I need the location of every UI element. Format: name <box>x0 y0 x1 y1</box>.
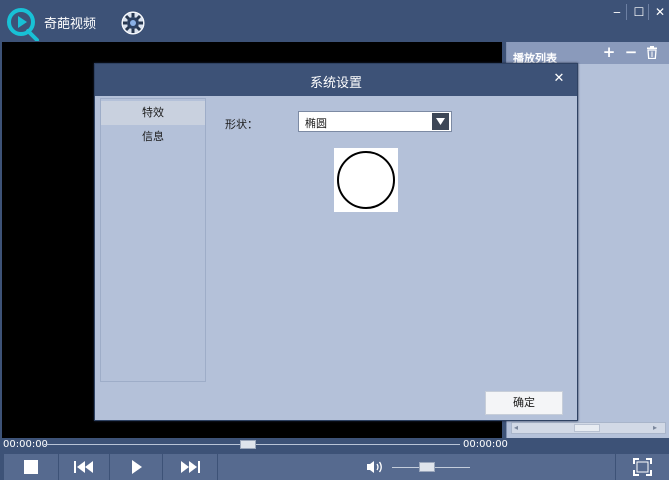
fullscreen-button[interactable] <box>616 454 669 480</box>
app-logo-icon <box>6 7 40 41</box>
play-icon <box>132 460 142 474</box>
settings-nav: 特效 信息 <box>100 98 206 382</box>
stop-icon <box>24 460 38 474</box>
scroll-left-arrow-icon[interactable]: ◂ <box>514 423 524 433</box>
current-time: 00:00:00 <box>3 439 48 450</box>
dialog-title-bar: 系统设置 ✕ <box>95 64 577 96</box>
previous-button[interactable] <box>59 454 109 480</box>
scroll-right-arrow-icon[interactable]: ▸ <box>653 423 663 433</box>
circle-icon <box>337 151 395 209</box>
settings-dialog: 系统设置 ✕ 特效 信息 形状： 椭圆 确定 <box>94 63 578 421</box>
progress-handle[interactable] <box>239 440 256 449</box>
shape-label: 形状： <box>225 118 258 131</box>
maximize-button[interactable]: ☐ <box>630 4 648 20</box>
chevron-down-icon[interactable] <box>432 113 449 130</box>
playlist-add-button[interactable]: + <box>601 44 617 60</box>
close-window-button[interactable]: ✕ <box>651 4 669 20</box>
scrollbar-thumb[interactable] <box>574 424 600 432</box>
playlist-horizontal-scrollbar[interactable]: ◂ ▸ <box>511 422 666 434</box>
dialog-close-button[interactable]: ✕ <box>551 71 567 87</box>
fullscreen-icon <box>633 458 652 476</box>
volume-area <box>218 454 615 480</box>
playback-controls <box>0 452 669 480</box>
app-title: 奇葩视频 <box>44 17 97 32</box>
shape-select[interactable]: 椭圆 <box>298 111 452 132</box>
volume-icon[interactable] <box>366 460 384 474</box>
progress-row: 00:00:00 00:00:00 <box>0 438 669 452</box>
ok-button[interactable]: 确定 <box>485 391 563 415</box>
playlist-header: 播放列表 + − <box>507 42 669 65</box>
nav-item-effects[interactable]: 特效 <box>101 101 205 125</box>
total-time: 00:00:00 <box>463 439 508 450</box>
skip-forward-icon <box>181 461 200 473</box>
next-button[interactable] <box>163 454 217 480</box>
title-bar: 奇葩视频 ‒ ☐ ✕ <box>0 0 669 42</box>
window-control-divider <box>626 4 627 20</box>
nav-item-info[interactable]: 信息 <box>101 125 205 149</box>
window-control-divider <box>648 4 649 20</box>
settings-gear-icon[interactable] <box>120 10 146 36</box>
stop-button[interactable] <box>4 454 58 480</box>
volume-handle[interactable] <box>419 462 436 472</box>
playlist-remove-button[interactable]: − <box>623 44 639 60</box>
shape-preview <box>334 148 398 212</box>
skip-back-icon <box>74 461 93 473</box>
play-button[interactable] <box>110 454 162 480</box>
minimize-button[interactable]: ‒ <box>608 4 626 20</box>
dialog-title: 系统设置 <box>309 76 362 91</box>
shape-select-value: 椭圆 <box>305 117 327 130</box>
trash-icon[interactable] <box>646 46 658 59</box>
